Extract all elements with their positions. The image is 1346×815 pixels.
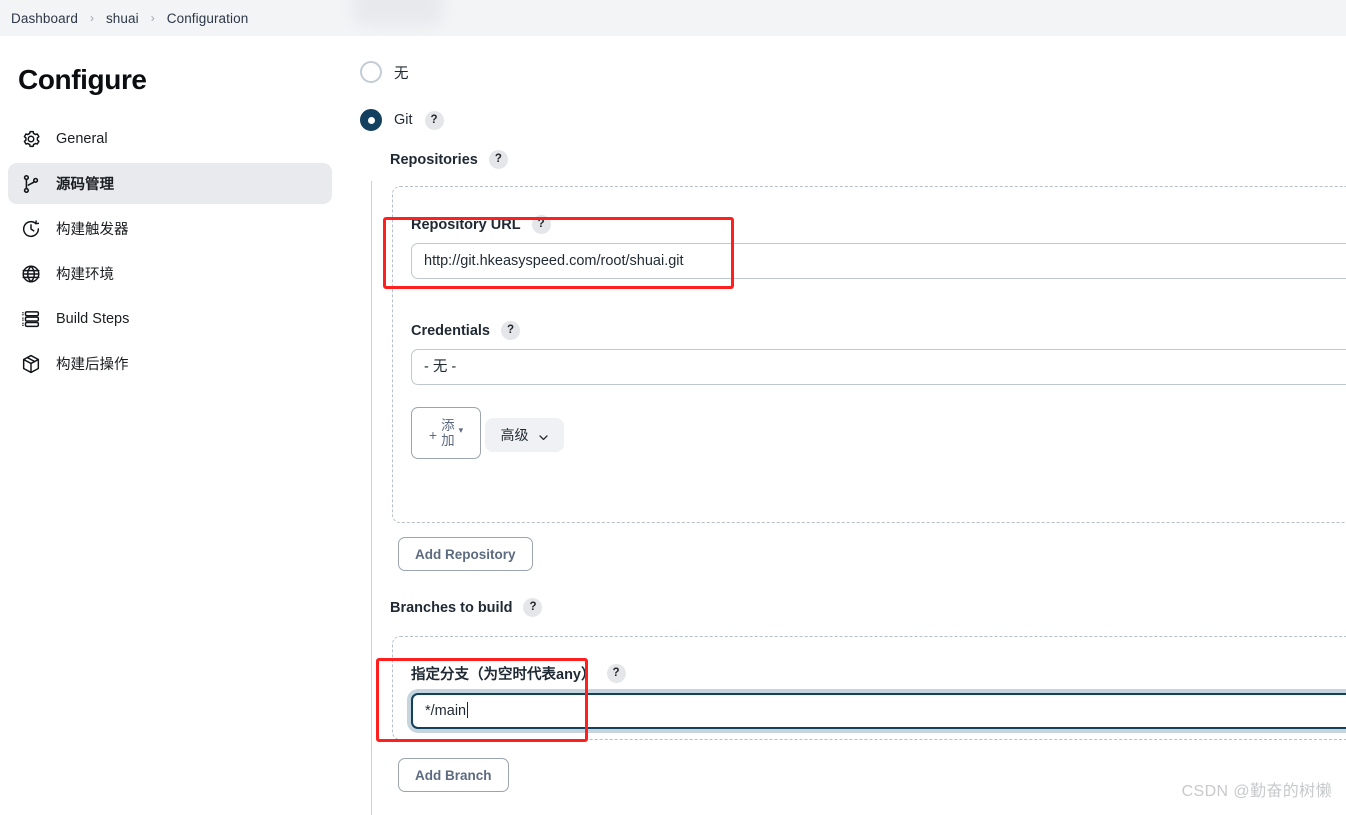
breadcrumb-faded-shape — [352, 0, 444, 26]
source-branch-icon — [20, 173, 42, 195]
sidebar-item-build-environment[interactable]: 构建环境 — [8, 253, 332, 294]
sidebar-nav: General 源码管理 构建触发器 构建环境 Build Steps 构建后操… — [0, 118, 340, 384]
help-icon[interactable]: ? — [488, 150, 508, 169]
sidebar-item-label: 构建后操作 — [56, 357, 129, 373]
help-icon[interactable]: ? — [500, 321, 520, 340]
sidebar-item-label: 源码管理 — [56, 177, 114, 193]
package-icon — [20, 353, 42, 375]
breadcrumb-separator-icon: › — [150, 11, 155, 25]
sidebar-item-label: 构建环境 — [56, 267, 114, 283]
radio-git[interactable] — [360, 109, 382, 131]
branch-block: 指定分支（为空时代表any） ? */main — [392, 636, 1346, 740]
branches-label-text: Branches to build — [390, 599, 513, 616]
sidebar-item-label: 构建触发器 — [56, 222, 129, 238]
sidebar-item-source-code-management[interactable]: 源码管理 — [8, 163, 332, 204]
repository-url-label-text: Repository URL — [411, 216, 521, 233]
radio-none[interactable] — [360, 61, 382, 83]
breadcrumb-item-configuration[interactable]: Configuration — [164, 9, 252, 28]
add-repository-button[interactable]: Add Repository — [398, 537, 533, 571]
add-credentials-label-line1: 添 — [441, 418, 455, 433]
breadcrumb: Dashboard › shuai › Configuration — [0, 0, 1346, 36]
gear-icon — [20, 128, 42, 150]
configuration-page: Dashboard › shuai › Configuration Config… — [0, 0, 1346, 815]
help-icon[interactable]: ? — [424, 110, 444, 130]
breadcrumb-item-dashboard[interactable]: Dashboard — [8, 9, 81, 28]
main-content: 无 Git ? Repositories ? Repository URL ? … — [340, 36, 1346, 815]
repository-block: Repository URL ? http://git.hkeasyspeed.… — [392, 186, 1346, 523]
add-branch-button[interactable]: Add Branch — [398, 758, 509, 792]
sidebar-item-build-steps[interactable]: Build Steps — [8, 298, 332, 339]
text-cursor — [467, 702, 469, 718]
sidebar-item-post-build-actions[interactable]: 构建后操作 — [8, 343, 332, 384]
add-credentials-label-line2: 加 — [441, 433, 455, 448]
breadcrumb-item-shuai[interactable]: shuai — [103, 9, 142, 28]
advanced-button-label: 高级 — [500, 427, 529, 443]
breadcrumb-separator-icon: › — [89, 11, 94, 25]
help-icon[interactable]: ? — [531, 215, 551, 234]
scm-option-label: 无 — [394, 65, 409, 82]
credentials-label: Credentials ? — [411, 321, 1346, 340]
caret-down-icon: ▾ — [458, 425, 464, 435]
repositories-section-label: Repositories ? — [390, 150, 508, 169]
repository-url-label: Repository URL ? — [411, 215, 1346, 234]
repository-url-input[interactable]: http://git.hkeasyspeed.com/root/shuai.gi… — [411, 243, 1346, 279]
sidebar-item-general[interactable]: General — [8, 118, 332, 159]
scm-option-none[interactable]: 无 — [360, 61, 409, 83]
branch-specifier-value: */main — [425, 703, 467, 719]
branches-section-label: Branches to build ? — [390, 598, 543, 617]
list-icon — [20, 308, 42, 330]
page-title: Configure — [18, 64, 147, 95]
scm-option-git[interactable]: Git ? — [360, 109, 444, 131]
repositories-label-text: Repositories — [390, 151, 478, 168]
chevron-down-icon — [538, 430, 549, 441]
sidebar-item-label: General — [56, 130, 108, 147]
sidebar-item-label: Build Steps — [56, 310, 130, 327]
advanced-button[interactable]: 高级 — [485, 418, 565, 452]
add-credentials-label: 添 加 — [441, 418, 455, 448]
add-credentials-button[interactable]: + 添 加 ▾ — [411, 407, 481, 459]
branch-specifier-input[interactable]: */main — [411, 693, 1346, 729]
clock-icon — [20, 218, 42, 240]
scm-option-label: Git — [394, 112, 413, 128]
credentials-label-text: Credentials — [411, 322, 490, 339]
sidebar-item-build-triggers[interactable]: 构建触发器 — [8, 208, 332, 249]
watermark: CSDN @勤奋的树懒 — [1181, 783, 1332, 800]
branch-specifier-label-text: 指定分支（为空时代表any） — [411, 667, 596, 683]
plus-icon: + — [428, 427, 438, 443]
branch-specifier-label: 指定分支（为空时代表any） ? — [411, 663, 1346, 684]
credentials-select[interactable]: - 无 - — [411, 349, 1346, 385]
sidebar: Configure General 源码管理 构建触发器 构建环境 Build … — [0, 36, 340, 815]
help-icon[interactable]: ? — [523, 598, 543, 617]
section-guide-line — [371, 181, 372, 815]
help-icon[interactable]: ? — [606, 664, 626, 683]
globe-icon — [20, 263, 42, 285]
